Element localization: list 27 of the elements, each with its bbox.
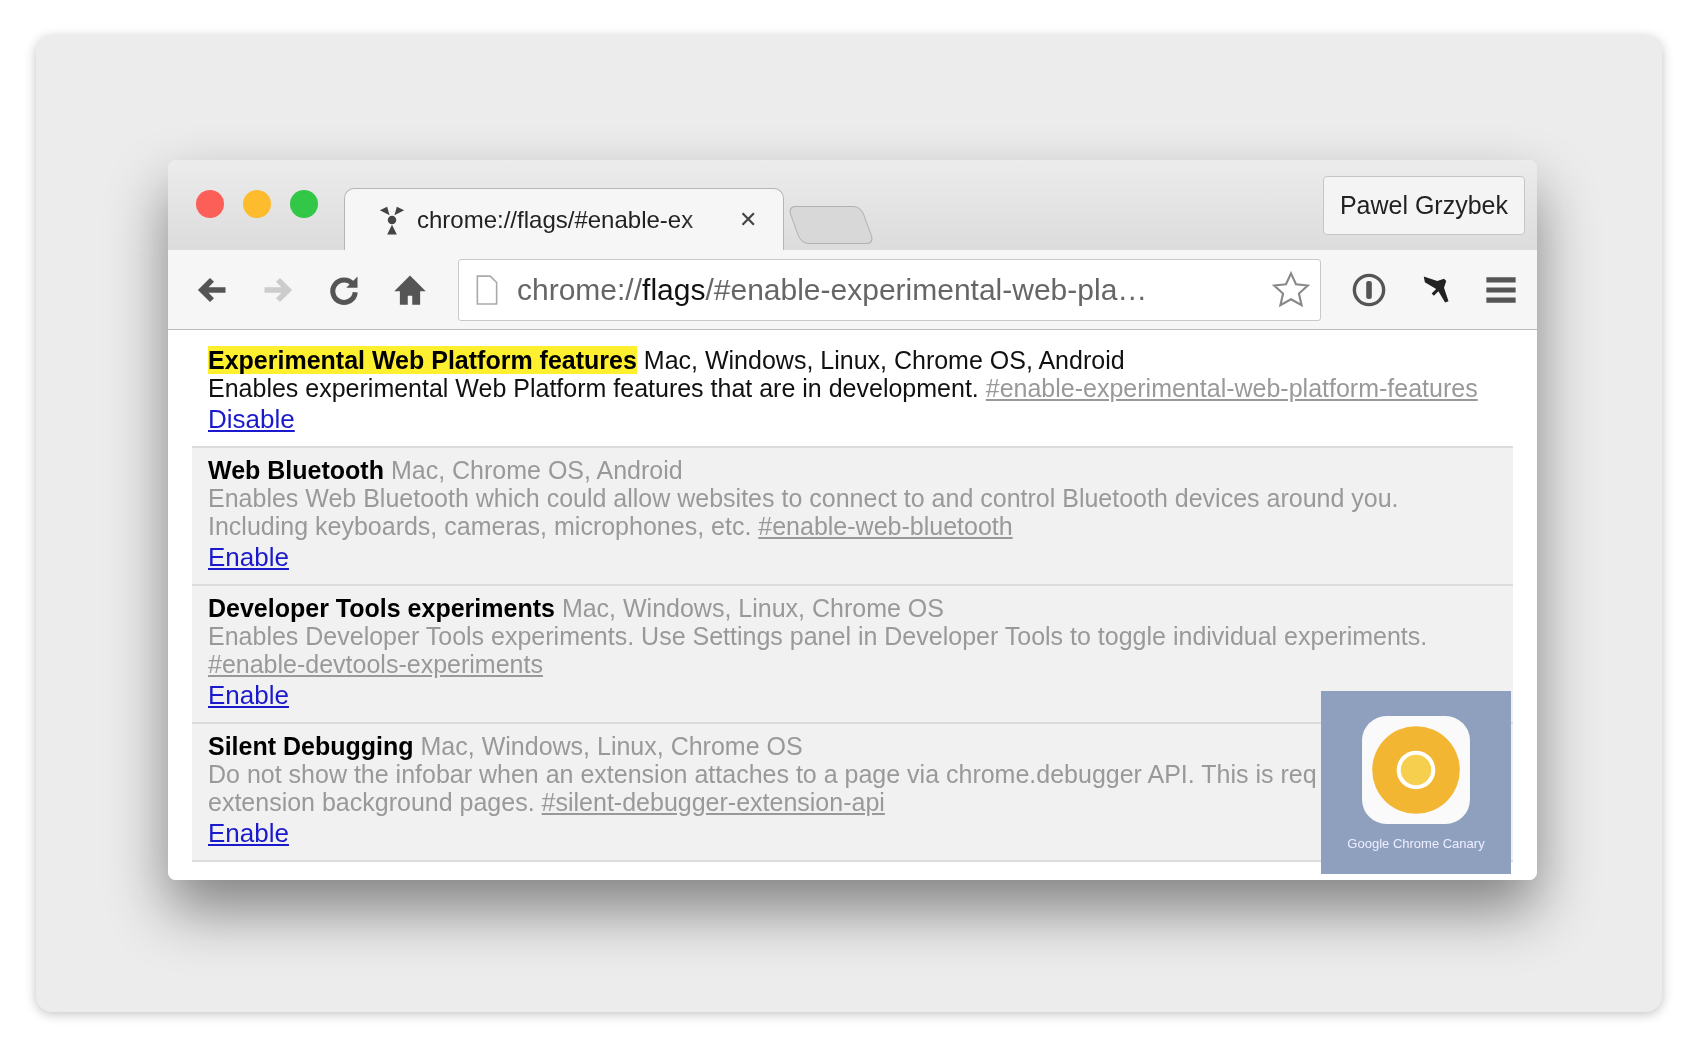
app-label: Google Chrome Canary <box>1347 836 1485 851</box>
flag-description: Enables Developer Tools experiments. Use Settings panel in Developer Tools to toggle individual experiments. #enable-devtools-experiments <box>208 622 1428 678</box>
flag-description: Enables Web Bluetooth which could allow websites to connect to and control Bluetooth devices around you. Including keyboards, cameras, microphones, etc. #enable-web-bluetooth <box>208 484 1399 540</box>
bookmark-star-icon[interactable] <box>1272 270 1310 309</box>
info-circle-icon[interactable] <box>1351 271 1387 308</box>
profile-button[interactable]: Pawel Grzybek <box>1322 175 1525 235</box>
flag-toggle-link[interactable]: Disable <box>208 402 295 436</box>
flag-description: Do not show the infobar when an extension attaches to a page via chrome.debugger API. This is req extension background pages. #silent-debugger-extension-api <box>208 760 1317 816</box>
flag-platforms: Mac, Windows, Linux, Chrome OS <box>561 594 944 622</box>
flag-platforms: Mac, Windows, Linux, Chrome OS, Android <box>643 346 1125 374</box>
flag-name: Silent Debugging <box>208 732 414 760</box>
flag-name: Web Bluetooth <box>208 456 384 484</box>
tab-title: chrome://flags/#enable-ex <box>417 205 695 234</box>
flag-name: Experimental Web Platform features <box>208 346 637 374</box>
flag-name: Developer Tools experiments <box>208 594 555 622</box>
flag-toggle-link[interactable]: Enable <box>208 540 289 574</box>
page-icon <box>475 274 499 305</box>
address-bar[interactable]: chrome://flags/#enable-experimental-web-pla… <box>458 258 1321 321</box>
browser-tab[interactable]: chrome://flags/#enable-ex ✕ <box>344 188 784 250</box>
flag-platforms: Mac, Windows, Linux, Chrome OS <box>420 732 803 760</box>
flag-toggle-link[interactable]: Enable <box>208 678 289 712</box>
flag-platforms: Mac, Chrome OS, Android <box>390 456 683 484</box>
app-icon <box>1360 714 1472 826</box>
close-tab-button[interactable]: ✕ <box>739 206 757 233</box>
url-text: chrome://flags/#enable-experimental-web-pla… <box>517 272 1149 307</box>
flag-description: Enables experimental Web Platform features that are in development. #enable-experimental-web-platform-features <box>208 374 1478 402</box>
flag-toggle-link[interactable]: Enable <box>208 816 289 850</box>
